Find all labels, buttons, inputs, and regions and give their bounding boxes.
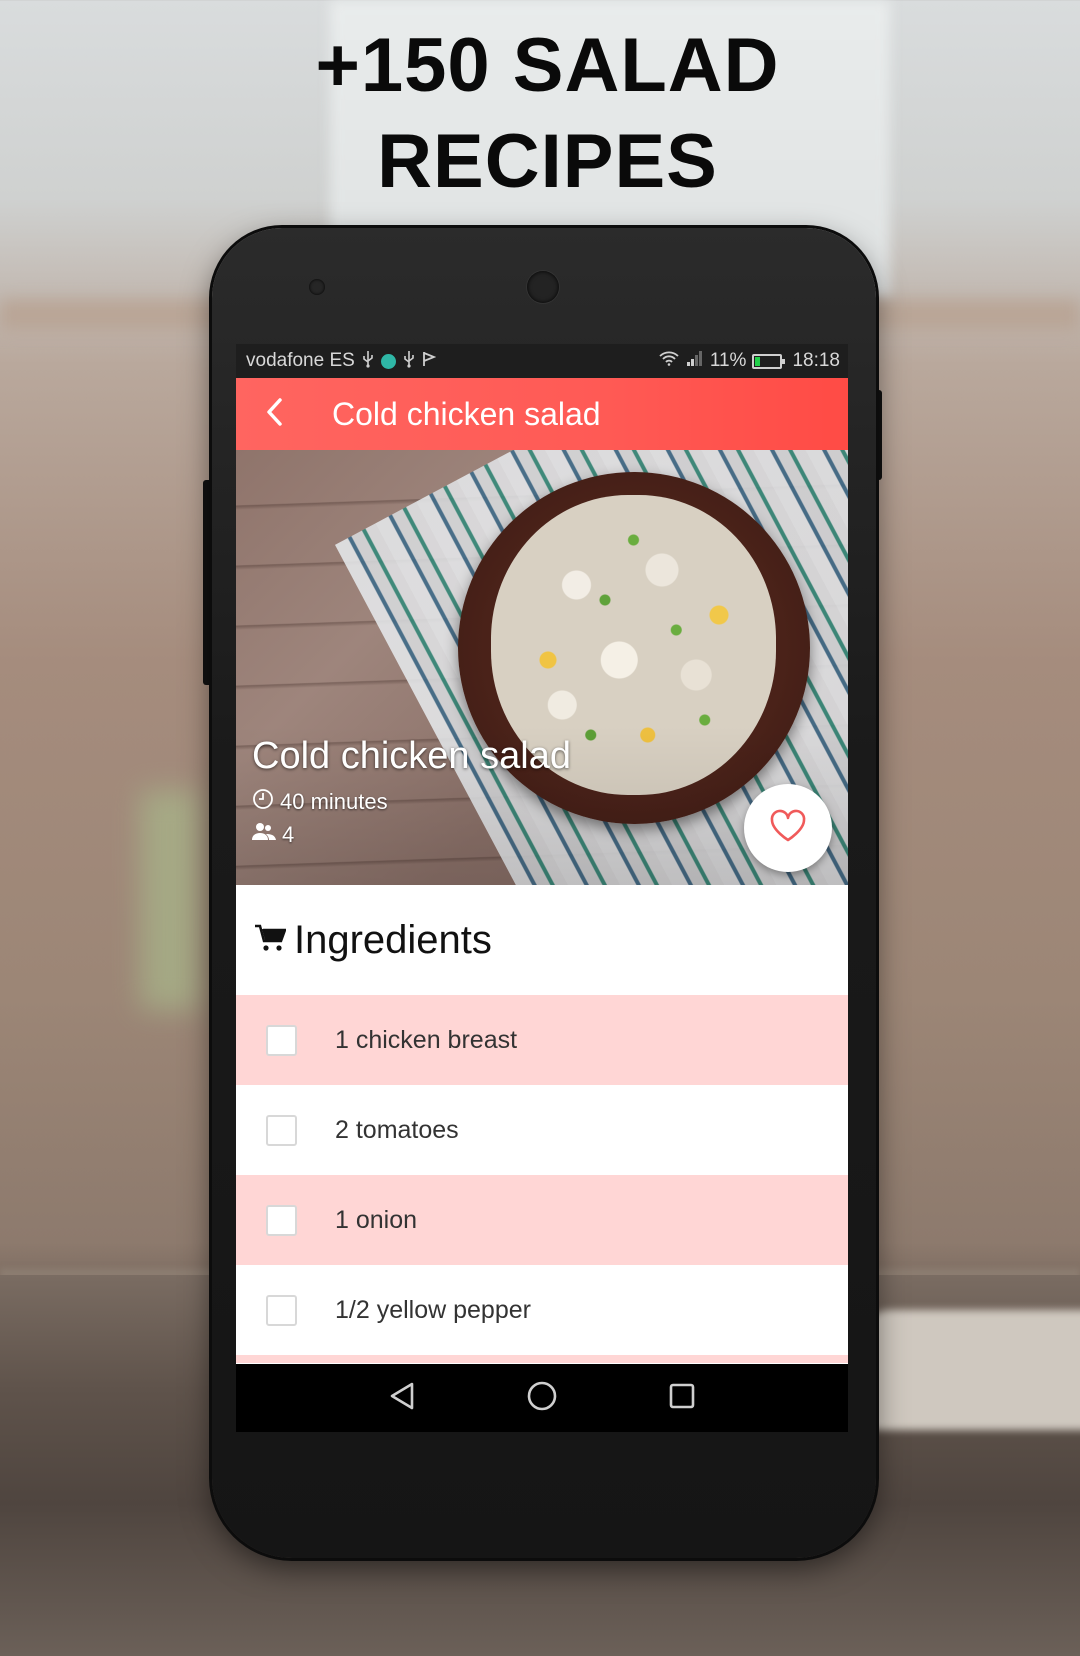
ingredient-row[interactable]: 1/2 yellow pepper <box>236 1265 848 1355</box>
home-circle-icon <box>526 1380 558 1417</box>
recipe-title: Cold chicken salad <box>252 735 571 777</box>
ingredient-row-peek <box>236 1355 848 1363</box>
nav-back-button[interactable] <box>382 1378 422 1418</box>
status-bar-right: 11% 18:18 <box>658 350 840 372</box>
phone-sensor <box>309 279 325 295</box>
chevron-left-icon <box>264 396 284 433</box>
recipe-time: 40 minutes <box>252 788 388 816</box>
ingredient-list: 1 chicken breast 2 tomatoes 1 onion 1/2 … <box>236 995 848 1363</box>
status-time: 18:18 <box>792 350 840 371</box>
ingredient-checkbox[interactable] <box>266 1114 297 1146</box>
promo-headline-line2: RECIPES <box>377 119 718 204</box>
promo-headline: +150 SALAD RECIPES <box>0 18 1080 210</box>
carrier-name: vodafone ES <box>246 350 355 371</box>
usb-icon <box>361 350 375 373</box>
phone-front-camera <box>527 271 559 303</box>
signal-icon <box>686 350 704 372</box>
ingredient-label: 1/2 yellow pepper <box>335 1295 531 1324</box>
ingredient-label: 1 chicken breast <box>335 1025 518 1054</box>
usb-icon <box>402 350 416 373</box>
nav-recents-button[interactable] <box>662 1378 702 1418</box>
ingredient-checkbox[interactable] <box>266 1204 297 1236</box>
back-button[interactable] <box>244 378 304 450</box>
people-icon <box>252 822 276 848</box>
app-notification-dot-icon <box>380 353 396 369</box>
app-bar: Cold chicken salad <box>236 378 848 450</box>
system-nav-bar <box>236 1364 848 1432</box>
recents-square-icon <box>668 1382 696 1415</box>
wifi-icon <box>658 350 680 372</box>
battery-charging-icon <box>752 353 786 369</box>
ingredients-header: Ingredients <box>236 885 848 995</box>
notification-flag-icon <box>422 351 437 372</box>
recipe-time-value: 40 minutes <box>280 789 388 814</box>
status-bar-left: vodafone ES <box>246 350 437 373</box>
ingredient-checkbox[interactable] <box>266 1294 297 1326</box>
recipe-servings-value: 4 <box>282 822 295 847</box>
battery-percent: 11% <box>709 350 747 371</box>
background-cloth <box>860 1310 1080 1430</box>
heart-outline-icon <box>768 809 808 848</box>
ingredient-row[interactable]: 1 onion <box>236 1175 848 1265</box>
promo-headline-line1: +150 SALAD <box>315 23 780 108</box>
favorite-button[interactable] <box>744 784 832 872</box>
background-bottle <box>140 790 200 1010</box>
ingredient-label: 1 onion <box>335 1205 418 1234</box>
ingredient-row[interactable]: 1 chicken breast <box>236 995 848 1085</box>
ingredients-title: Ingredients <box>294 917 492 962</box>
ingredient-checkbox[interactable] <box>266 1024 297 1056</box>
clock-icon <box>252 788 274 816</box>
nav-home-button[interactable] <box>522 1378 562 1418</box>
status-bar: vodafone ES 11% 18:18 <box>236 344 848 378</box>
ingredient-row[interactable]: 2 tomatoes <box>236 1085 848 1175</box>
back-triangle-icon <box>388 1381 416 1416</box>
shopping-cart-icon <box>254 923 287 958</box>
recipe-servings: 4 <box>252 822 294 848</box>
ingredient-label: 2 tomatoes <box>335 1115 459 1144</box>
app-bar-title: Cold chicken salad <box>332 395 601 432</box>
